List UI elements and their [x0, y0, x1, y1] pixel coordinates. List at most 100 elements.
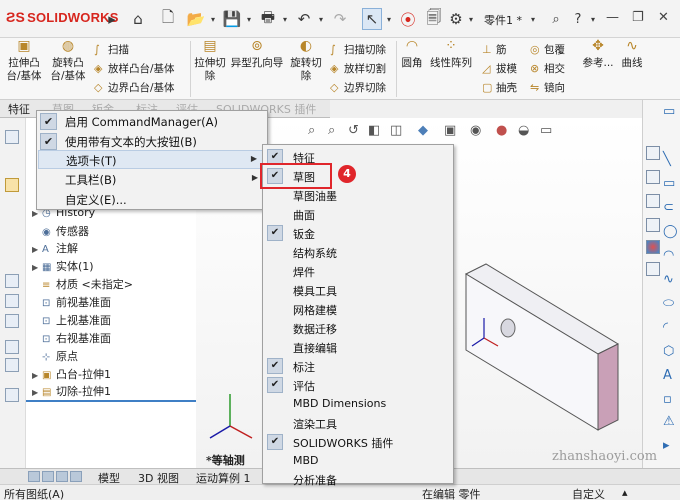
tab-next-icon[interactable]	[56, 471, 68, 482]
sketch-polygon-icon[interactable]: ⬡	[663, 344, 674, 359]
menu-item-toolbars[interactable]: 工具栏(B) ▶	[38, 170, 266, 189]
view-settings-icon[interactable]: ▭	[540, 123, 552, 138]
expand-arrow-icon[interactable]: ▶	[32, 245, 42, 254]
restore-icon[interactable]: ❐	[632, 10, 644, 25]
redo-icon[interactable]: ↷	[330, 8, 350, 30]
fillet-button[interactable]: ◠ 圆角	[398, 39, 426, 70]
select-dropdown-icon[interactable]: ▾	[384, 8, 394, 30]
tree-item-solid-bodies[interactable]: ▶ ▦ 实体(1)	[32, 258, 94, 274]
expand-arrow-icon[interactable]: ▸	[104, 8, 120, 30]
loft-cut-button[interactable]: ◈ 放样切割	[330, 61, 386, 76]
home-icon[interactable]: ⌂	[128, 8, 148, 30]
menu-item-enable-command-manager[interactable]: ✔ 启用 CommandManager(A)	[38, 112, 266, 131]
submenu-item-direct-editing[interactable]: 直接编辑	[264, 338, 452, 356]
document-dropdown-icon[interactable]: ▾	[528, 8, 538, 30]
boundary-boss-button[interactable]: ◇ 边界凸台/基体	[94, 80, 175, 95]
reference-geometry-button[interactable]: ✥ 参考...	[580, 39, 616, 70]
tree-item-right-plane[interactable]: ⊡ 右视基准面	[32, 330, 111, 346]
sketch-mirror-icon[interactable]: ⚠	[663, 414, 675, 429]
loft-boss-button[interactable]: ◈ 放样凸台/基体	[94, 61, 175, 76]
dynamic-annotation-icon[interactable]: ◫	[390, 123, 402, 138]
revolve-cut-button[interactable]: ◐ 旋转切 除	[288, 39, 324, 83]
display-style-icon[interactable]	[5, 314, 19, 328]
submenu-item-analysis-prep[interactable]: 分析准备	[264, 470, 452, 487]
hide-show-items-icon[interactable]: ◉	[470, 123, 481, 138]
submenu-item-surfaces[interactable]: 曲面	[264, 205, 452, 223]
boundary-cut-button[interactable]: ◇ 边界切除	[330, 80, 386, 95]
select-cursor-icon[interactable]: ↖	[362, 8, 382, 30]
hide-show-icon[interactable]	[5, 388, 19, 402]
expand-arrow-icon[interactable]: ▶	[32, 263, 42, 272]
section-view-icon[interactable]: ◧	[368, 123, 380, 138]
minimize-icon[interactable]: —	[606, 10, 619, 25]
tree-item-sensors[interactable]: ◉ 传感器	[32, 223, 89, 239]
sketch-ellipse-icon[interactable]: ⬭	[663, 296, 674, 311]
submenu-item-markup[interactable]: ✔ 标注	[264, 357, 452, 375]
sketch-arc-icon[interactable]: ◠	[663, 248, 674, 263]
save-icon[interactable]: 💾	[222, 8, 242, 30]
print-dropdown-icon[interactable]: ▾	[280, 8, 290, 30]
rebuild-traffic-light-icon[interactable]: ⦿	[398, 8, 418, 30]
tree-item-front-plane[interactable]: ⊡ 前视基准面	[32, 294, 111, 310]
display-style-icon[interactable]: ▣	[444, 123, 456, 138]
submenu-item-sheet-metal[interactable]: ✔ 钣金	[264, 224, 452, 242]
curves-button[interactable]: ∿ 曲线	[618, 39, 646, 70]
menu-item-customize[interactable]: 自定义(E)...	[38, 190, 266, 209]
view-orientation-icon[interactable]: ◆	[418, 123, 428, 138]
shell-button[interactable]: ▢ 抽壳	[482, 80, 517, 95]
hole-wizard-button[interactable]: ⊚ 异型孔向导	[230, 39, 284, 70]
tree-item-top-plane[interactable]: ⊡ 上视基准面	[32, 312, 111, 328]
menu-item-tabs[interactable]: 选项卡(T) ▶	[38, 150, 266, 169]
wrap-button[interactable]: ◎ 包覆	[530, 42, 565, 57]
submenu-item-mesh-modeling[interactable]: 网格建模	[264, 300, 452, 318]
search-icon[interactable]: ⌕	[546, 8, 566, 30]
submenu-item-evaluate[interactable]: ✔ 评估	[264, 376, 452, 394]
task-pane-collapse-icon[interactable]: ▭	[663, 104, 675, 119]
expand-arrow-icon[interactable]: ▶	[32, 209, 42, 218]
status-dropdown-icon[interactable]: ▴	[622, 486, 628, 499]
submenu-item-structure-system[interactable]: 结构系统	[264, 243, 452, 261]
help-icon[interactable]: ?	[568, 8, 588, 30]
sketch-circle-icon[interactable]: ◯	[663, 224, 678, 239]
extrude-cut-button[interactable]: ▤ 拉伸切 除	[192, 39, 228, 83]
submenu-item-render-tools[interactable]: 渲染工具	[264, 414, 452, 432]
submenu-item-weldments[interactable]: 焊件	[264, 262, 452, 280]
feature-manager-icon[interactable]	[5, 130, 19, 144]
open-dropdown-icon[interactable]: ▾	[208, 8, 218, 30]
previous-view-icon[interactable]: ↺	[348, 123, 359, 138]
tree-item-cut-extrude1[interactable]: ▶ ▤ 切除-拉伸1	[32, 383, 111, 399]
zoom-to-fit-icon[interactable]: ⌕	[308, 123, 315, 138]
rib-button[interactable]: ⊥ 筋	[482, 42, 507, 57]
sketch-fillet-icon[interactable]: ◜	[663, 320, 668, 335]
submenu-item-data-migration[interactable]: 数据迁移	[264, 319, 452, 337]
intersect-button[interactable]: ⊗ 相交	[530, 61, 565, 76]
tree-item-boss-extrude1[interactable]: ▶ ▣ 凸台-拉伸1	[32, 366, 111, 382]
sketch-point-icon[interactable]: ▫	[663, 392, 672, 407]
solidworks-resources-icon[interactable]	[646, 146, 660, 160]
draft-button[interactable]: ◿ 拔模	[482, 61, 517, 76]
submenu-item-solidworks-addins[interactable]: ✔ SOLIDWORKS 插件	[264, 433, 452, 451]
close-icon[interactable]: ✕	[658, 10, 669, 25]
zoom-area-icon[interactable]: ⌕	[328, 123, 335, 138]
appearances-icon[interactable]	[646, 240, 660, 254]
expand-arrow-icon[interactable]: ▶	[32, 371, 42, 380]
section-view-icon[interactable]	[5, 358, 19, 372]
view-palette-icon[interactable]	[646, 218, 660, 232]
tab-prev-icon[interactable]	[42, 471, 54, 482]
print-icon[interactable]: 🖶	[258, 8, 278, 30]
sketch-text-icon[interactable]: A	[663, 368, 672, 383]
file-properties-icon[interactable]: 🗐	[424, 8, 444, 30]
submenu-item-mold-tools[interactable]: 模具工具	[264, 281, 452, 299]
sweep-button[interactable]: ∫ 扫描	[94, 42, 129, 57]
view-orientation-icon[interactable]	[5, 340, 19, 354]
sketch-tool-icon[interactable]	[5, 274, 19, 288]
submenu-item-mbd[interactable]: MBD	[264, 452, 452, 470]
tree-item-material[interactable]: ≡ 材质 <未指定>	[32, 276, 133, 292]
tab-features[interactable]: 特征	[8, 101, 30, 117]
sketch-rectangle-icon[interactable]: ▭	[663, 176, 675, 191]
edit-appearance-icon[interactable]: ●	[496, 123, 507, 138]
sketch-more-icon[interactable]: ▸	[663, 438, 670, 453]
submenu-item-mbd-dimensions[interactable]: MBD Dimensions	[264, 395, 452, 413]
apply-scene-icon[interactable]: ◒	[518, 123, 529, 138]
options-dropdown-icon[interactable]: ▾	[466, 8, 476, 30]
